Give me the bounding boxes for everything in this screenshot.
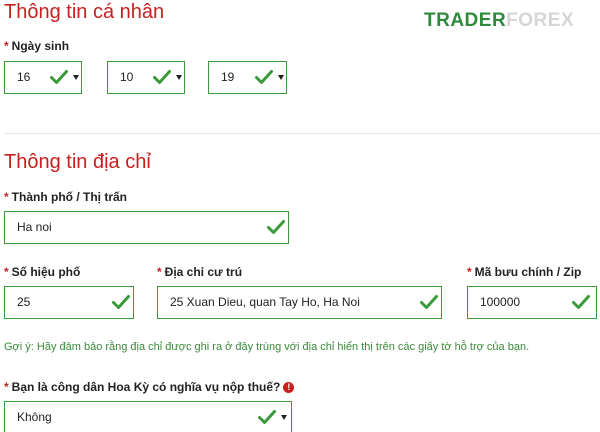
street-number-label-text: Số hiệu phố <box>11 265 81 279</box>
city-input[interactable]: Ha noi <box>4 211 289 244</box>
us-tax-label: * Bạn là công dân Hoa Kỳ có nghĩa vụ nộp … <box>4 380 295 394</box>
required-mark: * <box>4 190 9 204</box>
address-hint: Gợi ý: Hãy đảm bảo rằng địa chỉ được ghi… <box>4 341 530 353</box>
traderforex-logo: TRADERFOREX <box>424 10 574 32</box>
street-number-label: * Số hiệu phố <box>4 265 80 279</box>
chevron-down-icon <box>176 75 182 80</box>
check-icon <box>420 295 438 309</box>
zip-input[interactable]: 100000 <box>467 286 597 319</box>
chevron-down-icon <box>73 75 79 80</box>
street-number-input[interactable]: 25 <box>4 286 134 319</box>
birth-date-label-text: Ngày sinh <box>11 39 70 53</box>
logo-main-text: TRADER <box>424 10 507 31</box>
residence-address-value: 25 Xuan Dieu, quan Tay Ho, Ha Noi <box>170 295 360 309</box>
zip-label-text: Mã bưu chính / Zip <box>474 265 582 279</box>
birth-year-select[interactable]: 19 <box>208 61 287 94</box>
us-tax-select[interactable]: Không <box>4 401 292 432</box>
check-icon <box>255 70 273 84</box>
logo-sub-text: FOREX <box>506 10 575 31</box>
chevron-down-icon <box>278 75 284 80</box>
birth-month-value: 10 <box>120 70 134 84</box>
info-icon[interactable]: ! <box>283 382 295 393</box>
required-mark: * <box>4 380 9 394</box>
residence-address-label-text: Địa chỉ cư trú <box>164 265 243 279</box>
us-tax-label-text: Bạn là công dân Hoa Kỳ có nghĩa vụ nộp t… <box>11 380 281 394</box>
birth-date-label: * Ngày sinh <box>4 39 69 53</box>
check-icon <box>267 220 285 234</box>
check-icon <box>258 410 276 424</box>
city-value: Ha noi <box>17 220 52 234</box>
required-mark: * <box>467 265 472 279</box>
check-icon <box>572 295 590 309</box>
residence-address-input[interactable]: 25 Xuan Dieu, quan Tay Ho, Ha Noi <box>157 286 442 319</box>
birth-day-value: 16 <box>17 70 31 84</box>
us-tax-value: Không <box>17 410 52 424</box>
section-title-personal: Thông tin cá nhân <box>4 1 165 23</box>
required-mark: * <box>4 265 9 279</box>
zip-label: * Mã bưu chính / Zip <box>467 265 581 279</box>
check-icon <box>112 295 130 309</box>
check-icon <box>153 70 171 84</box>
birth-day-select[interactable]: 16 <box>4 61 82 94</box>
residence-address-label: * Địa chỉ cư trú <box>157 265 242 279</box>
street-number-value: 25 <box>17 295 31 309</box>
birth-year-value: 19 <box>221 70 235 84</box>
section-title-address: Thông tin địa chỉ <box>4 151 151 173</box>
city-label: * Thành phố / Thị trấn <box>4 190 127 204</box>
section-divider <box>4 133 600 134</box>
required-mark: * <box>157 265 162 279</box>
zip-value: 100000 <box>480 295 521 309</box>
city-label-text: Thành phố / Thị trấn <box>11 190 127 204</box>
required-mark: * <box>4 39 9 53</box>
birth-month-select[interactable]: 10 <box>107 61 185 94</box>
chevron-down-icon <box>281 415 287 420</box>
check-icon <box>50 70 68 84</box>
